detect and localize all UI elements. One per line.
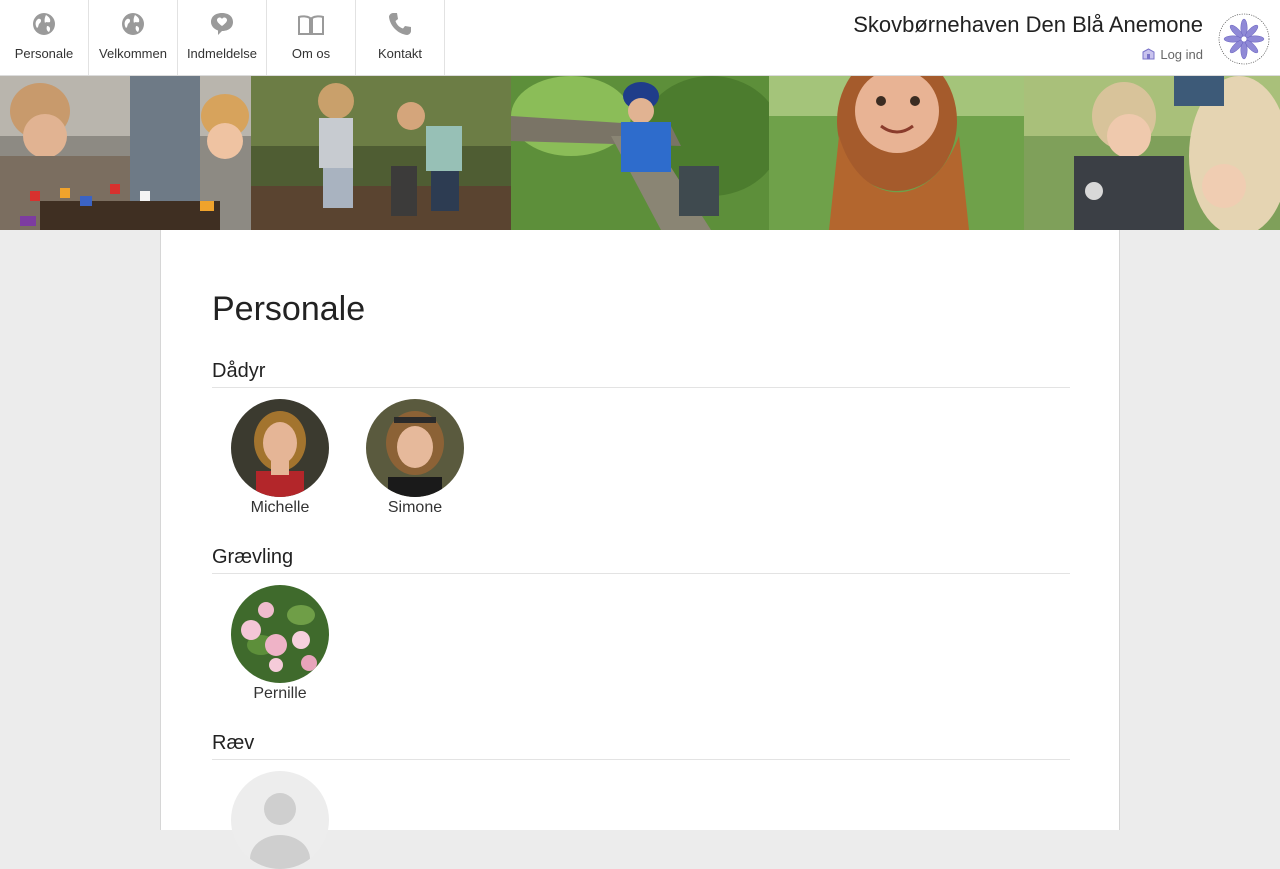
member-list: Michelle Simone xyxy=(212,399,1070,517)
group-heading: Grævling xyxy=(212,546,1070,574)
banner-photos xyxy=(0,76,1280,230)
nav-label: Om os xyxy=(291,46,331,61)
book-icon xyxy=(298,15,324,35)
content-card: Personale Dådyr Michelle Simone Grævling… xyxy=(160,230,1120,869)
banner-photo-children-playing xyxy=(0,76,251,230)
site-title[interactable]: Skovbørnehaven Den Blå Anemone xyxy=(853,12,1203,38)
avatar-placeholder-icon xyxy=(231,771,329,869)
globe-icon xyxy=(122,13,144,35)
login-link[interactable]: Log ind xyxy=(1142,47,1203,62)
globe-icon xyxy=(33,13,55,35)
nav-item-personale[interactable]: Personale xyxy=(0,0,89,75)
login-icon xyxy=(1142,48,1155,60)
nav-label: Velkommen xyxy=(99,46,167,61)
nav-item-velkommen[interactable]: Velkommen xyxy=(89,0,178,75)
member-name: Michelle xyxy=(250,499,310,516)
staff-group-graevling: Grævling Pernille xyxy=(212,546,1070,703)
nav-label: Kontakt xyxy=(377,46,423,61)
top-bar: Personale Velkommen Indmeldelse Om os Ko… xyxy=(0,0,1280,76)
nav-item-kontakt[interactable]: Kontakt xyxy=(356,0,445,75)
nav-item-om-os[interactable]: Om os xyxy=(267,0,356,75)
avatar xyxy=(231,399,329,497)
banner-photo-children-woods xyxy=(251,76,511,230)
staff-member-simone[interactable]: Simone xyxy=(366,399,464,517)
staff-group-dadyr: Dådyr Michelle Simone xyxy=(212,360,1070,517)
banner-photo-child-climbing-tree xyxy=(511,76,769,230)
staff-group-raev: Ræv xyxy=(212,732,1070,869)
staff-member-michelle[interactable]: Michelle xyxy=(231,399,329,517)
heart-speech-icon xyxy=(211,13,233,35)
main-nav: Personale Velkommen Indmeldelse Om os Ko… xyxy=(0,0,445,75)
avatar xyxy=(366,399,464,497)
logo[interactable] xyxy=(1218,13,1270,65)
member-name: Pernille xyxy=(253,685,307,702)
staff-member-placeholder[interactable] xyxy=(231,771,329,869)
banner-photo-child-upside-down xyxy=(769,76,1024,230)
group-heading: Dådyr xyxy=(212,360,1070,388)
login-label: Log ind xyxy=(1160,47,1203,62)
nav-label: Indmeldelse xyxy=(186,46,258,61)
page-title: Personale xyxy=(212,290,366,328)
staff-member-pernille[interactable]: Pernille xyxy=(231,585,329,703)
member-list: Pernille xyxy=(212,585,1070,703)
phone-icon xyxy=(389,13,411,35)
avatar xyxy=(231,585,329,683)
banner-photo-children-jackets xyxy=(1024,76,1280,230)
nav-item-indmeldelse[interactable]: Indmeldelse xyxy=(178,0,267,75)
nav-label: Personale xyxy=(14,46,74,61)
group-heading: Ræv xyxy=(212,732,1070,760)
member-list xyxy=(212,771,1070,869)
member-name: Simone xyxy=(387,499,443,516)
